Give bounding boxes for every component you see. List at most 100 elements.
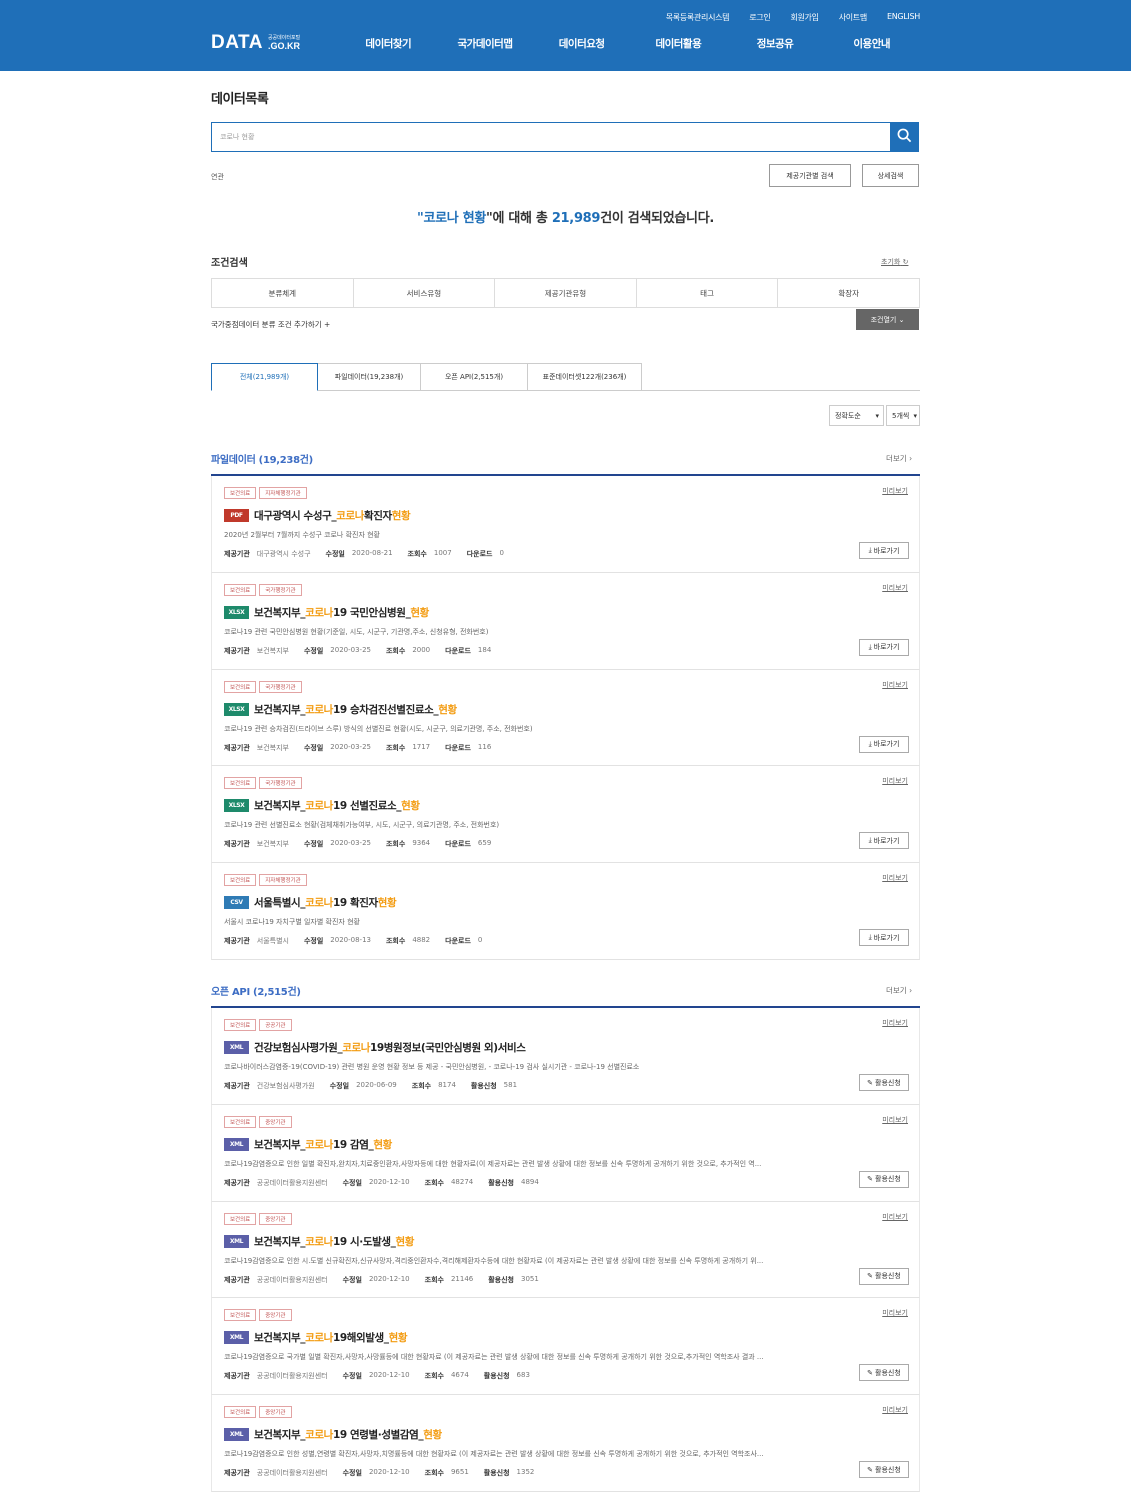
org-label: 제공기관 [224,743,250,752]
item-title[interactable]: CSV 서울특별시_ 코로나 19 확진자 현황 [224,895,397,910]
item-description: 2020년 2월부터 7월까지 수성구 코로나 확진자 현황 [224,531,380,539]
nav-item-data-request[interactable]: 데이터요청 [533,36,630,51]
item-title[interactable]: PDF 대구광역시 수성구_ 코로나 확진자 현황 [224,508,411,523]
nav-item-guide[interactable]: 이용안내 [823,36,920,51]
util-link-join[interactable]: 회원가입 [790,12,819,23]
site-logo[interactable]: DATA 공공데이터포털 .GO.KR [211,32,300,54]
item-title[interactable]: XML 건강보험심사평가원_ 코로나 19병원정보(국민안심병원 외)서비스 [224,1040,526,1055]
views-value: 8174 [438,1081,456,1089]
item-description: 코로나19 관련 국민안심병원 현황(기준일, 시도, 시군구, 기관명,주소,… [224,627,489,636]
filter-service-type[interactable]: 서비스유형 [352,279,495,307]
item-title[interactable]: XLSX 보건복지부_ 코로나 19 승차검진선별진료소_ 현황 [224,702,457,717]
filter-org-type[interactable]: 제공기관유형 [494,279,636,307]
filter-extension[interactable]: 확장자 [777,279,920,307]
title-prefix: 건강보험심사평가원_ [254,1042,343,1054]
result-keyword: 코로나 현황 [423,211,487,226]
preview-link[interactable]: 미리보기 [882,873,908,883]
item-title[interactable]: XLSX 보건복지부_ 코로나 19 국민안심병원_ 현황 [224,605,429,620]
date-label: 수정일 [303,743,324,752]
nav-item-data-map[interactable]: 국가데이터맵 [437,36,534,51]
title-highlight: 코로나 [305,1332,333,1345]
item-title[interactable]: XML 보건복지부_ 코로나 19 시·도발생_ 현황 [224,1234,414,1249]
org-label: 제공기관 [224,1469,250,1478]
title-middle: 19 연령별·성별감염_ [332,1429,424,1442]
title-prefix: 보건복지부_ [254,1429,306,1442]
api-more-link[interactable]: 더보기 › [886,985,912,996]
item-title[interactable]: XLSX 보건복지부_ 코로나 19 선별진료소_ 현황 [224,798,420,813]
util-link-login[interactable]: 로그인 [749,12,770,23]
tab-file-data[interactable]: 파일데이터(19,238개) [318,363,421,391]
title-highlight: 코로나 [305,1138,333,1151]
views-value: 9651 [450,1468,469,1477]
title-highlight-2: 현황 [401,800,420,813]
tab-open-api[interactable]: 오픈 API(2,515개) [421,363,528,391]
preview-link[interactable]: 미리보기 [882,1018,908,1028]
item-description: 코로나19 관련 선별진료소 현황(검체채취가능여부, 시도, 시군구, 의료기… [224,821,500,830]
date-label: 수정일 [303,646,324,655]
goto-button[interactable]: ⤓ 바로가기 [859,832,909,850]
download-label: 활용신청 [483,1372,510,1381]
nav-item-find-data[interactable]: 데이터찾기 [340,36,437,51]
goto-button[interactable]: ⤓ 바로가기 [859,542,909,559]
item-meta: 제공기관 보건복지부 수정일 2020-03-25 조회수 9364 다운로드 659 [224,839,506,849]
goto-button[interactable]: ⤓ 바로가기 [859,929,909,947]
views-label: 조회수 [385,743,406,752]
detail-search-button[interactable]: 상세검색 [862,164,919,187]
item-title[interactable]: XML 보건복지부_ 코로나 19 감염_ 현황 [224,1137,392,1152]
add-condition-link[interactable]: 국가중점데이터 분류 조건 추가하기 + [211,319,330,330]
org-type-badge: 국가행정기관 [259,680,302,693]
views-label: 조회수 [385,646,406,655]
file-item: 보건의료 지자체행정기관 미리보기 CSV 서울특별시_ 코로나 19 확진자 현황 서울시 … [211,863,920,960]
item-title[interactable]: XML 보건복지부_ 코로나 19해외발생_ 현황 [224,1330,408,1345]
open-condition-button[interactable]: 조건열기 ⌄ [856,309,919,330]
apply-button[interactable]: ✎ 활용신청 [859,1364,909,1382]
condition-title: 조건검색 [211,258,248,269]
edit-icon: ✎ [867,1368,874,1377]
date-value: 2020-03-25 [330,645,371,654]
date-label: 수정일 [342,1178,362,1187]
util-link-admin[interactable]: 목록등록관리시스템 [666,12,730,23]
sort-order-select[interactable]: 정확도순 ▾ [829,405,884,426]
nav-item-data-use[interactable]: 데이터활용 [630,36,727,51]
preview-link[interactable]: 미리보기 [882,776,908,786]
file-more-link[interactable]: 더보기 › [886,453,912,464]
preview-link[interactable]: 미리보기 [882,486,908,496]
preview-link[interactable]: 미리보기 [882,1308,908,1318]
search-input[interactable] [212,123,891,151]
apply-button[interactable]: ✎ 활용신청 [859,1170,909,1188]
item-title[interactable]: XML 보건복지부_ 코로나 19 연령별·성별감염_ 현황 [224,1427,442,1442]
apply-button[interactable]: ✎ 활용신청 [859,1461,909,1479]
org-search-button[interactable]: 제공기관별 검색 [769,164,851,187]
action-label: 활용신청 [875,1175,901,1184]
util-link-english[interactable]: ENGLISH [887,12,920,23]
tab-all[interactable]: 전체(21,989개) [211,363,318,391]
reset-button[interactable]: 초기화 ↻ [881,257,908,267]
goto-button[interactable]: ⤓ 바로가기 [859,735,909,753]
preview-link[interactable]: 미리보기 [882,583,908,593]
filter-tag[interactable]: 태그 [635,279,778,307]
result-mid: "에 대해 총 [486,211,552,226]
preview-link[interactable]: 미리보기 [882,1405,908,1415]
util-link-sitemap[interactable]: 사이트맵 [839,12,868,23]
category-badge: 보건의료 [224,583,257,596]
tab-standard-dataset[interactable]: 표준데이터셋122개(236개) [528,363,642,391]
org-value: 공공데이터활용지원센터 [256,1372,328,1381]
apply-button[interactable]: ✎ 활용신청 [859,1074,909,1091]
filter-category[interactable]: 분류체계 [211,279,353,307]
apply-button[interactable]: ✎ 활용신청 [859,1267,909,1285]
title-highlight: 코로나 [305,1235,333,1248]
search-icon [897,128,912,147]
nav-item-info-share[interactable]: 정보공유 [727,36,824,51]
download-value: 683 [516,1371,530,1380]
download-value: 4894 [521,1177,539,1186]
search-button[interactable] [890,122,919,152]
org-type-badge: 공공기관 [259,1019,292,1031]
preview-link[interactable]: 미리보기 [882,1115,908,1125]
views-label: 조회수 [407,550,427,558]
preview-link[interactable]: 미리보기 [882,1212,908,1222]
page-size-select[interactable]: 5개씩 ▾ [886,405,920,426]
file-type-badge: XML [224,1331,249,1345]
views-label: 조회수 [424,1372,444,1381]
preview-link[interactable]: 미리보기 [882,680,908,690]
goto-button[interactable]: ⤓ 바로가기 [859,638,909,656]
